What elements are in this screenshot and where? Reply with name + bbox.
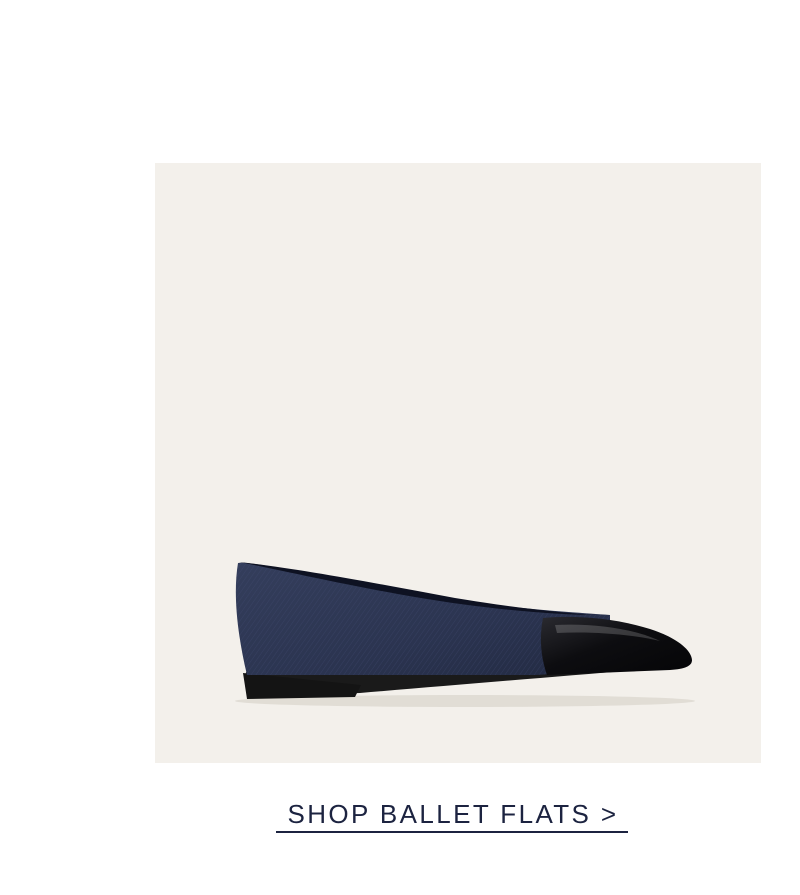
ballet-flat-image — [235, 562, 695, 707]
product-image-panel[interactable] — [155, 163, 761, 763]
cta-underline — [276, 831, 628, 833]
cta-label: SHOP BALLET FLATS > — [287, 799, 619, 829]
shop-ballet-flats-link[interactable]: SHOP BALLET FLATS > — [276, 795, 630, 835]
